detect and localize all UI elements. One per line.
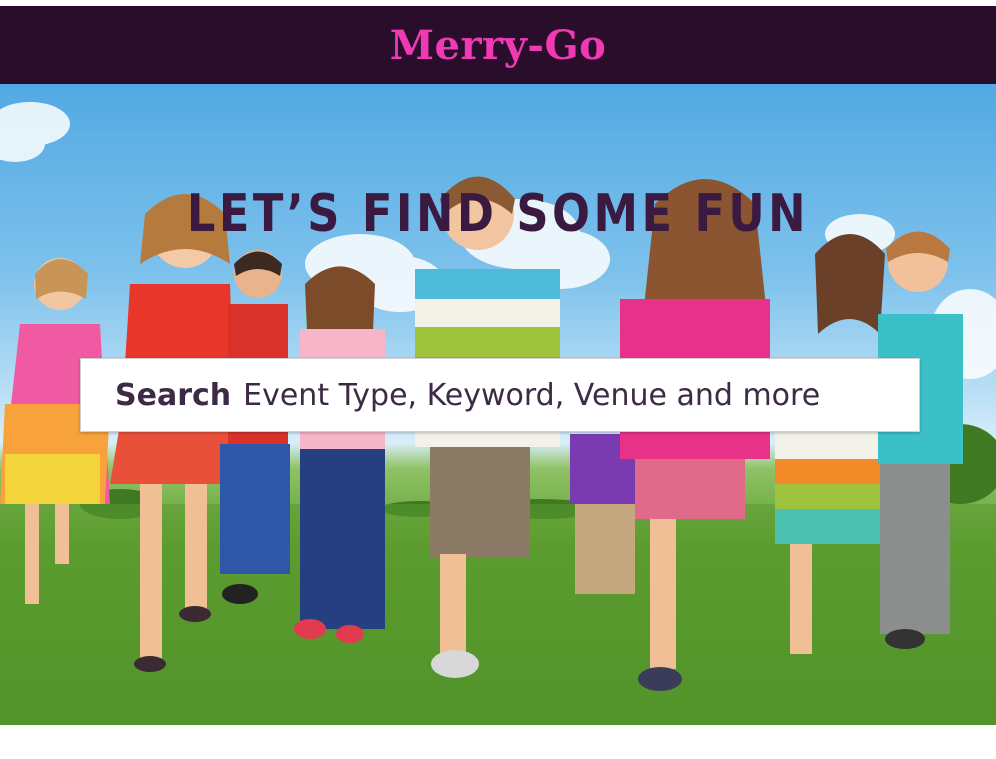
site-header: Merry-Go — [0, 6, 996, 84]
search-input[interactable]: Search Event Type, Keyword, Venue and mo… — [80, 358, 920, 432]
page: Merry-Go LET’S FIND SOME FUN Search Even… — [0, 0, 996, 759]
bottom-margin — [0, 725, 996, 759]
child-4 — [294, 266, 385, 643]
search-placeholder: Event Type, Keyword, Venue and more — [243, 377, 821, 413]
brand-logo[interactable]: Merry-Go — [390, 22, 607, 69]
hero-headline: LET’S FIND SOME FUN — [186, 184, 810, 244]
search-label: Search — [115, 377, 232, 413]
